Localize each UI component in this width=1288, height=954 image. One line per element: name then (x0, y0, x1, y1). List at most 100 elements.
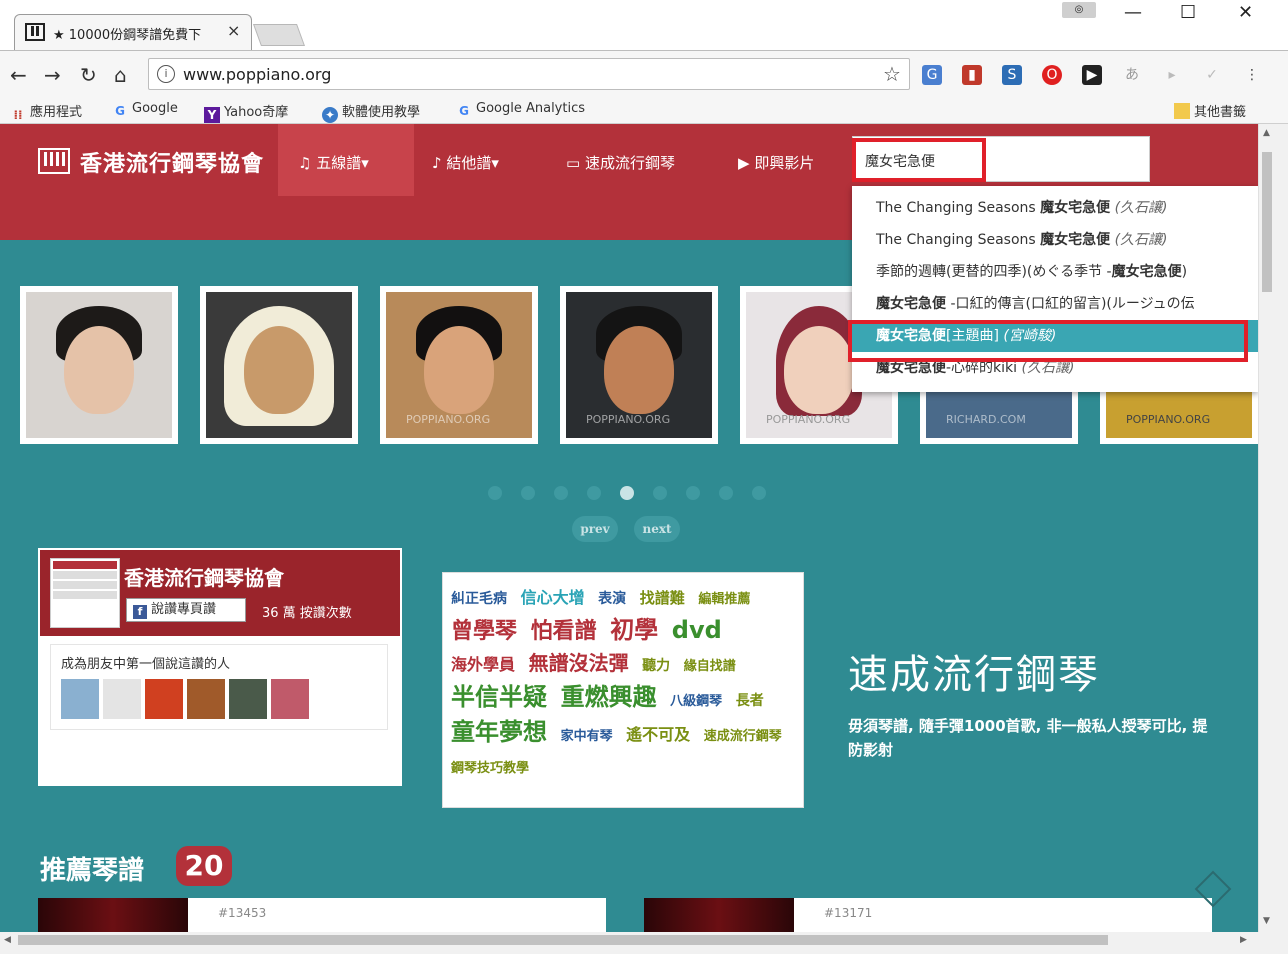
tag-cloud-item[interactable]: 無譜沒法彈 (529, 651, 629, 675)
tag-cloud-item[interactable]: dvd (672, 616, 722, 644)
carousel-next-button[interactable]: next (634, 516, 680, 542)
s-extension-icon[interactable]: S (1002, 65, 1022, 85)
bookmarks-bar: ⁞⁞ 應用程式 G Google Y Yahoo奇摩 ✦ 軟體使用教學 G Google … (0, 94, 1288, 124)
bookmark-google[interactable]: G Google (112, 101, 178, 119)
new-tab-button[interactable] (252, 24, 306, 46)
tag-cloud-item[interactable]: 編輯推薦 (698, 592, 750, 607)
carousel-dot[interactable] (686, 486, 700, 500)
browser-tab[interactable]: ★ 10000份鋼琴譜免費下 × (14, 14, 252, 50)
back-icon[interactable]: ← (10, 63, 27, 87)
home-icon[interactable]: ⌂ (114, 63, 127, 87)
facebook-page-thumbnail[interactable] (50, 558, 120, 628)
artist-photo-2[interactable] (200, 286, 358, 444)
scroll-up-arrow-icon[interactable]: ▲ (1263, 128, 1270, 138)
minimize-button[interactable]: — (1124, 2, 1142, 23)
tag-cloud-item[interactable]: 遙不可及 (626, 725, 690, 744)
carousel-prev-button[interactable]: prev (572, 516, 618, 542)
promo-title[interactable]: 速成流行鋼琴 (848, 642, 1100, 700)
tag-cloud-item[interactable]: 重燃興趣 (561, 683, 657, 711)
artist-photo-3[interactable]: POPPIANO.ORG (380, 286, 538, 444)
facebook-page-name[interactable]: 香港流行鋼琴協會 (124, 562, 284, 591)
vertical-scrollbar[interactable]: ▲ ▼ (1258, 124, 1274, 932)
avatar[interactable] (187, 679, 225, 719)
check-extension-icon[interactable]: ✓ (1202, 65, 1222, 85)
recommended-title: 推薦琴譜 (40, 856, 145, 886)
tab-close-icon[interactable]: × (227, 21, 240, 40)
menu-quick-piano[interactable]: ▭ 速成流行鋼琴 (566, 152, 675, 173)
carousel-dot[interactable] (521, 486, 535, 500)
tag-cloud-item[interactable]: 糾正毛病 (451, 591, 507, 607)
bookmark-yahoo[interactable]: Y Yahoo奇摩 (204, 101, 288, 123)
score-card[interactable]: #13453 (38, 898, 606, 932)
menu-videos[interactable]: ▶ 即興影片 (738, 152, 814, 173)
carousel-dot[interactable] (719, 486, 733, 500)
carousel-dot[interactable] (554, 486, 568, 500)
avatar[interactable] (145, 679, 183, 719)
bookmark-apps[interactable]: ⁞⁞ 應用程式 (10, 101, 82, 123)
info-icon[interactable]: i (157, 65, 175, 83)
artist-photo-4[interactable]: POPPIANO.ORG (560, 286, 718, 444)
translate-extension-icon[interactable]: G (922, 65, 942, 85)
artist-photo-1[interactable] (20, 286, 178, 444)
avatar[interactable] (271, 679, 309, 719)
address-bar[interactable]: i www.poppiano.org ☆ (148, 58, 910, 90)
tag-cloud-item[interactable]: 找譜難 (640, 589, 685, 607)
tag-cloud-item[interactable]: 表演 (598, 591, 626, 607)
avatar[interactable] (61, 679, 99, 719)
avatar[interactable] (103, 679, 141, 719)
avatar[interactable] (229, 679, 267, 719)
tag-cloud-item[interactable]: 聽力 (642, 658, 670, 674)
opera-extension-icon[interactable]: O (1042, 65, 1062, 85)
carousel-dot[interactable] (587, 486, 601, 500)
tag-cloud-item[interactable]: 海外學員 (451, 655, 515, 674)
facebook-friends-text: 成為朋友中第一個說這讚的人 (61, 657, 231, 672)
play-extension-icon[interactable]: ▶ (1082, 65, 1102, 85)
menu-guitar-tab[interactable]: ♪ 結他譜▾ (432, 152, 499, 173)
tag-cloud-item[interactable]: 初學 (610, 616, 658, 644)
tag-cloud-item[interactable]: 八級鋼琴 (670, 694, 722, 709)
menu-kebab-icon[interactable]: ⋮ (1242, 65, 1262, 85)
tag-cloud-item[interactable]: 長者 (736, 693, 764, 709)
scroll-down-arrow-icon[interactable]: ▼ (1263, 916, 1270, 926)
autocomplete-item[interactable]: 季節的週轉(更替的四季)(めぐる季节 -魔女宅急便) (852, 256, 1258, 288)
bookmark-star-icon[interactable]: ☆ (883, 62, 901, 86)
tag-cloud-item[interactable]: 半信半疑 (451, 683, 547, 711)
carousel-dot[interactable] (488, 486, 502, 500)
maximize-button[interactable]: ☐ (1180, 2, 1196, 23)
close-window-button[interactable]: ✕ (1238, 2, 1253, 23)
carousel-dot[interactable] (653, 486, 667, 500)
menu-staff-notation[interactable]: ♫ 五線譜▾ (298, 152, 369, 173)
forward-icon[interactable]: → (44, 63, 61, 87)
horizontal-scrollbar[interactable]: ◀ ▶ (0, 932, 1258, 948)
tag-cloud-item[interactable]: 信心大增 (521, 588, 585, 607)
bookmark-analytics[interactable]: G Google Analytics (456, 101, 585, 119)
vertical-scroll-thumb[interactable] (1262, 152, 1272, 292)
site-logo[interactable]: 香港流行鋼琴協會 (80, 146, 264, 178)
score-card[interactable]: #13171 (644, 898, 1212, 932)
scroll-left-arrow-icon[interactable]: ◀ (4, 935, 11, 945)
facebook-cover: 香港流行鋼琴協會 f 說讚專頁讚 36 萬 按讚次數 (40, 550, 400, 636)
tag-cloud-item[interactable]: 童年夢想 (451, 718, 547, 746)
scroll-right-arrow-icon[interactable]: ▶ (1240, 935, 1247, 945)
autocomplete-item[interactable]: The Changing Seasons 魔女宅急便 (久石讓) (852, 224, 1258, 256)
tag-cloud-item[interactable]: 速成流行鋼琴 (704, 729, 782, 744)
autocomplete-item[interactable]: 魔女宅急便 -口紅的傳言(口紅的留言)(ルージュの伝 (852, 288, 1258, 320)
tag-cloud-item[interactable]: 曾學琴 (451, 619, 517, 644)
book-extension-icon[interactable]: ▮ (962, 65, 982, 85)
facebook-like-button[interactable]: f 說讚專頁讚 (126, 598, 246, 622)
autocomplete-item[interactable]: The Changing Seasons 魔女宅急便 (久石讓) (852, 192, 1258, 224)
tag-cloud-item[interactable]: 怕看譜 (531, 619, 597, 644)
tag-cloud-item[interactable]: 鋼琴技巧教學 (451, 761, 529, 776)
tag-cloud-item[interactable]: 家中有琴 (561, 729, 613, 744)
word-extension-icon[interactable]: あ (1122, 65, 1142, 85)
bookmark-other[interactable]: 其他書籤 (1174, 101, 1246, 120)
bookmark-software[interactable]: ✦ 軟體使用教學 (322, 101, 420, 123)
reload-icon[interactable]: ↻ (80, 63, 97, 87)
user-profile-button[interactable]: ◎ (1062, 2, 1096, 18)
carousel-dot[interactable] (752, 486, 766, 500)
cursor-extension-icon[interactable]: ▸ (1162, 65, 1182, 85)
promo-subtitle: 毋須琴譜, 隨手彈1000首歌, 非一般私人授琴可比, 提防影射 (848, 717, 1208, 759)
horizontal-scroll-thumb[interactable] (18, 935, 1108, 945)
tag-cloud-item[interactable]: 緣自找譜 (684, 659, 736, 674)
carousel-dot-active[interactable] (620, 486, 634, 500)
